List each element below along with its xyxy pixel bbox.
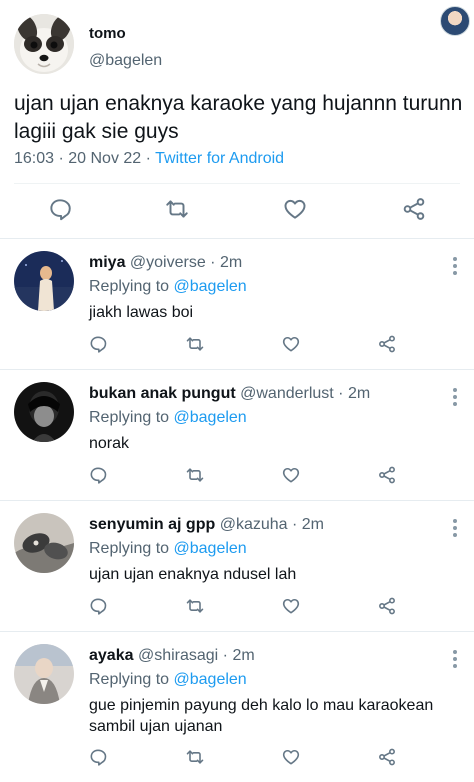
reply-icon[interactable] <box>88 465 108 485</box>
reply-text: norak <box>89 435 130 452</box>
reply-author-name[interactable]: senyumin aj gpp <box>89 516 215 533</box>
reply-icon[interactable] <box>47 196 73 222</box>
reply-icon[interactable] <box>88 747 108 767</box>
replying-to: Replying to @bagelen <box>89 278 247 296</box>
more-options-icon[interactable] <box>448 255 462 277</box>
reply-author-handle[interactable]: @shirasagi · 2m <box>134 647 255 664</box>
retweet-icon[interactable] <box>164 196 190 222</box>
tweet-timestamp: 16:03 · 20 Nov 22 · <box>14 150 156 167</box>
replying-to: Replying to @bagelen <box>89 409 247 427</box>
mention-link[interactable]: @bagelen <box>174 278 247 295</box>
reply-text: gue pinjemin payung deh kalo lo mau kara… <box>89 697 434 735</box>
mention-link[interactable]: @bagelen <box>174 540 247 557</box>
like-icon[interactable] <box>281 747 301 767</box>
retweet-icon[interactable] <box>185 334 205 354</box>
reply-header: bukan anak pungut @wanderlust · 2m <box>89 385 370 403</box>
replying-to-label: Replying to <box>89 409 174 426</box>
reply-actions <box>0 334 474 356</box>
share-icon[interactable] <box>377 334 397 354</box>
like-icon[interactable] <box>281 334 301 354</box>
mention-link[interactable]: @bagelen <box>174 409 247 426</box>
reply-actions <box>0 747 474 769</box>
reply-text: jiakh lawas boi <box>89 304 194 321</box>
replying-to-label: Replying to <box>89 278 174 295</box>
share-icon[interactable] <box>377 465 397 485</box>
reply-author-name[interactable]: ayaka <box>89 647 134 664</box>
reply-actions <box>0 465 474 487</box>
reply-author-handle[interactable]: @kazuha · 2m <box>215 516 324 533</box>
avatar[interactable] <box>14 513 74 573</box>
tweet-source[interactable]: Twitter for Android <box>155 150 284 167</box>
avatar[interactable] <box>14 644 74 704</box>
more-options-icon[interactable] <box>448 648 462 670</box>
reply-icon[interactable] <box>88 596 108 616</box>
reply-author-name[interactable]: miya <box>89 254 125 271</box>
reply-author-handle[interactable]: @wanderlust · 2m <box>236 385 370 402</box>
replying-to: Replying to @bagelen <box>89 671 247 689</box>
reply-text: ujan ujan enaknya ndusel lah <box>89 566 297 583</box>
reply-tweet[interactable]: senyumin aj gpp @kazuha · 2m Replying to… <box>0 501 474 632</box>
reply-header: miya @yoiverse · 2m <box>89 254 242 272</box>
retweet-icon[interactable] <box>185 747 205 767</box>
reply-author-handle[interactable]: @yoiverse · 2m <box>125 254 242 271</box>
account-avatar[interactable] <box>440 6 470 36</box>
more-options-icon[interactable] <box>448 517 462 539</box>
reply-author-name[interactable]: bukan anak pungut <box>89 385 236 402</box>
share-icon[interactable] <box>377 596 397 616</box>
reply-tweet[interactable]: miya @yoiverse · 2m Replying to @bagelen… <box>0 239 474 370</box>
replying-to: Replying to @bagelen <box>89 540 247 558</box>
author-handle[interactable]: @bagelen <box>89 52 162 70</box>
avatar[interactable] <box>14 251 74 311</box>
more-options-icon[interactable] <box>448 386 462 408</box>
replying-to-label: Replying to <box>89 540 174 557</box>
tweet-meta: 16:03 · 20 Nov 22 · Twitter for Android <box>14 150 284 168</box>
retweet-icon[interactable] <box>185 465 205 485</box>
reply-tweet[interactable]: bukan anak pungut @wanderlust · 2m Reply… <box>0 370 474 501</box>
reply-header: ayaka @shirasagi · 2m <box>89 647 255 665</box>
reply-icon[interactable] <box>88 334 108 354</box>
like-icon[interactable] <box>281 465 301 485</box>
retweet-icon[interactable] <box>185 596 205 616</box>
avatar-dog[interactable] <box>14 14 74 74</box>
main-tweet: tomo @bagelen ujan ujan enaknya karaoke … <box>0 0 474 238</box>
like-icon[interactable] <box>282 196 308 222</box>
reply-actions <box>0 596 474 618</box>
reply-header: senyumin aj gpp @kazuha · 2m <box>89 516 324 534</box>
tweet-text: ujan ujan enaknya karaoke yang hujannn t… <box>14 92 463 143</box>
author-name[interactable]: tomo <box>89 25 126 42</box>
reply-tweet[interactable]: ayaka @shirasagi · 2m Replying to @bagel… <box>0 632 474 782</box>
tweet-actions <box>0 196 474 224</box>
share-icon[interactable] <box>377 747 397 767</box>
avatar[interactable] <box>14 382 74 442</box>
mention-link[interactable]: @bagelen <box>174 671 247 688</box>
share-icon[interactable] <box>401 196 427 222</box>
replying-to-label: Replying to <box>89 671 174 688</box>
like-icon[interactable] <box>281 596 301 616</box>
divider <box>14 183 460 184</box>
